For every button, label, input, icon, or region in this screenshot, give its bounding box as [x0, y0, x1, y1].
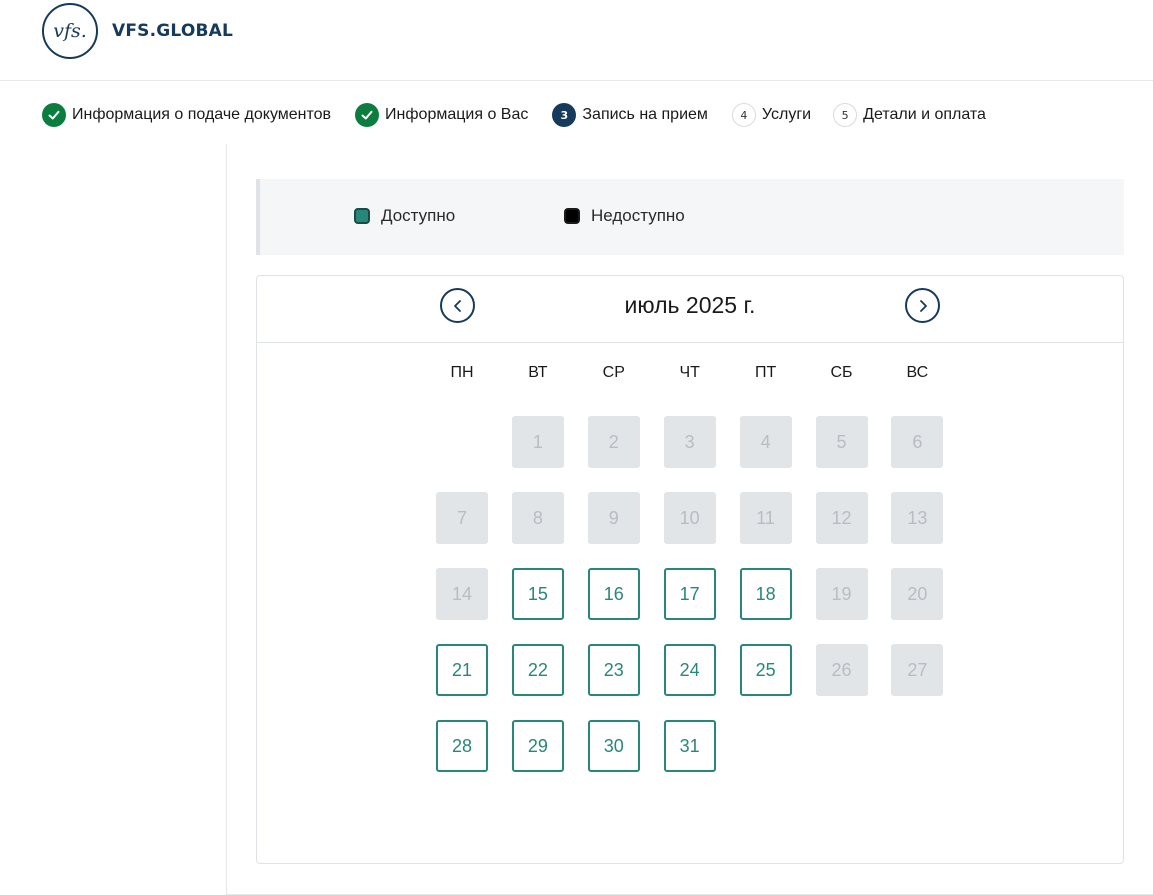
day-available[interactable]: 29 [511, 720, 564, 772]
available-swatch [354, 208, 370, 224]
day-available[interactable]: 30 [587, 720, 640, 772]
vfs-logo[interactable]: vfs. [42, 3, 98, 59]
chevron-left-icon [453, 299, 461, 312]
day-available[interactable]: 31 [663, 720, 716, 772]
day-unavailable: 4 [739, 416, 792, 468]
weekday-label: СР [602, 364, 625, 381]
day-unavailable: 13 [891, 492, 944, 544]
day-unavailable: 9 [587, 492, 640, 544]
day-unavailable: 10 [663, 492, 716, 544]
step-label: Информация о Вас [385, 106, 529, 123]
weekday-label: СБ [830, 364, 853, 381]
weekday-label: ПН [450, 364, 474, 381]
step-2: Информация о Вас [355, 103, 528, 127]
day-unavailable: 8 [511, 492, 564, 544]
day-unavailable: 2 [587, 416, 640, 468]
check-icon [355, 103, 380, 127]
step-label: Информация о подаче документов [72, 106, 332, 123]
day-unavailable: 12 [815, 492, 868, 544]
day-unavailable: 20 [891, 568, 944, 620]
day-available[interactable]: 22 [511, 644, 564, 696]
day-available[interactable]: 18 [739, 568, 792, 620]
legend-unavailable-label: Недоступно [591, 206, 685, 225]
header: vfs. VFS.GLOBAL [0, 0, 1153, 81]
brand-name[interactable]: VFS.GLOBAL [112, 21, 233, 41]
calendar: июль 2025 г. ПН ВТ СР ЧТ ПТ СБ ВС 1 2 3 4 5 6 7 8 9 10 11… [256, 275, 1124, 864]
day-unavailable: 5 [815, 416, 868, 468]
day-available[interactable]: 25 [739, 644, 792, 696]
step-number: 4 [731, 103, 756, 127]
day-available[interactable]: 24 [663, 644, 716, 696]
progress-stepper: Информация о подаче документов Информаци… [42, 102, 1010, 128]
weekday-label: ВС [906, 364, 929, 381]
logo-mark: vfs. [53, 20, 87, 42]
step-4: 4 Услуги [731, 103, 812, 127]
day-available[interactable]: 16 [587, 568, 640, 620]
unavailable-swatch [564, 208, 580, 224]
day-unavailable: 11 [739, 492, 792, 544]
step-5: 5 Детали и оплата [833, 103, 986, 127]
chevron-right-icon [919, 299, 927, 312]
calendar-header: июль 2025 г. [257, 276, 1123, 343]
day-available[interactable]: 17 [663, 568, 716, 620]
day-unavailable: 1 [511, 416, 564, 468]
day-unavailable: 26 [815, 644, 868, 696]
step-label: Услуги [761, 106, 812, 123]
weekday-label: ПТ [754, 364, 777, 381]
step-number: 3 [552, 103, 577, 127]
step-1: Информация о подаче документов [42, 103, 331, 127]
weekday-label: ЧТ [679, 364, 700, 381]
day-available[interactable]: 23 [587, 644, 640, 696]
day-unavailable: 19 [815, 568, 868, 620]
day-available[interactable]: 28 [436, 720, 488, 772]
legend-available: Доступно [354, 206, 455, 226]
day-available[interactable]: 21 [436, 644, 488, 696]
prev-month-button[interactable] [440, 288, 475, 323]
step-number: 5 [833, 103, 858, 127]
step-label: Запись на прием [582, 106, 708, 123]
weekday-label: ВТ [528, 364, 548, 381]
day-unavailable: 6 [891, 416, 944, 468]
check-icon [42, 103, 66, 127]
month-title: июль 2025 г. [624, 292, 756, 318]
next-month-button[interactable] [905, 288, 940, 323]
day-available[interactable]: 15 [511, 568, 564, 620]
step-3: 3 Запись на прием [552, 103, 708, 127]
day-unavailable: 14 [436, 568, 488, 620]
step-label: Детали и оплата [863, 106, 986, 123]
availability-legend: Доступно Недоступно [256, 179, 1124, 255]
day-unavailable: 7 [436, 492, 488, 544]
legend-available-label: Доступно [381, 206, 456, 225]
day-unavailable: 27 [891, 644, 944, 696]
day-unavailable: 3 [663, 416, 716, 468]
legend-unavailable: Недоступно [564, 206, 685, 226]
